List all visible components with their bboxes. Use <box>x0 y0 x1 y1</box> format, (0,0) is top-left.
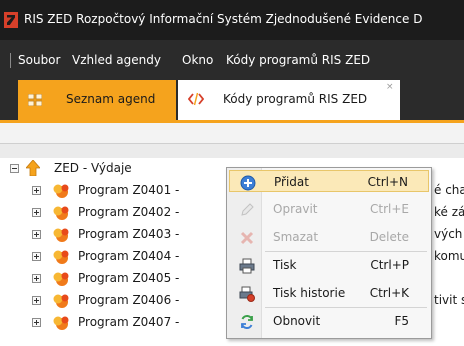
edit-icon <box>239 202 255 218</box>
tree-node[interactable]: Program Z0403 - <box>0 224 226 246</box>
window-title: RIS ZED Rozpočtový Informační Systém Zje… <box>24 12 423 26</box>
title-bar: RIS ZED Rozpočtový Informační Systém Zje… <box>0 0 464 40</box>
menu-soubor[interactable]: Soubor <box>18 53 60 67</box>
menu-item-shortcut: F5 <box>394 314 409 328</box>
menu-item-tisk[interactable]: Tisk Ctrl+P <box>229 254 429 276</box>
program-folder-icon <box>52 183 70 202</box>
menu-vzhled-agendy[interactable]: Vzhled agendy <box>72 53 161 67</box>
menu-item-label: Přidat <box>274 175 309 189</box>
tree-node[interactable]: Program Z0404 - <box>0 246 226 268</box>
print-history-icon <box>239 286 255 302</box>
expand-icon[interactable] <box>32 186 41 195</box>
menu-item-shortcut: Ctrl+N <box>367 175 408 189</box>
tree-node-overflow-text: ké zá <box>434 205 464 219</box>
code-icon <box>187 92 205 109</box>
toolbar <box>0 120 464 144</box>
tree-node-label: Program Z0407 - <box>78 315 180 329</box>
delete-icon <box>239 230 255 246</box>
add-icon <box>240 175 256 191</box>
tree-node-label: Program Z0402 - <box>78 205 180 219</box>
tree-node-label: Program Z0403 - <box>78 227 180 241</box>
menu-item-obnovit[interactable]: Obnovit F5 <box>229 310 429 332</box>
menu-item-label: Tisk historie <box>273 286 346 300</box>
menu-item-shortcut: Ctrl+K <box>369 286 409 300</box>
arrow-up-icon <box>25 159 41 179</box>
tree-node-overflow-text: vých <box>434 227 463 241</box>
tab-strip: Seznam agend Kódy programů RIS ZED × <box>0 80 464 120</box>
tree-node[interactable]: Program Z0407 - <box>0 312 226 334</box>
program-folder-icon <box>52 293 70 312</box>
menu-item-smazat[interactable]: Smazat Delete <box>229 226 429 248</box>
tree-node-overflow-text: é char <box>434 183 464 197</box>
refresh-icon <box>239 314 255 330</box>
menu-item-pridat[interactable]: Přidat Ctrl+N <box>229 170 429 192</box>
tree-root-label: ZED - Výdaje <box>54 161 132 175</box>
program-folder-icon <box>52 271 70 290</box>
menu-item-shortcut: Ctrl+E <box>370 202 409 216</box>
grid-icon <box>27 93 43 109</box>
column-header-bar <box>0 144 464 159</box>
expand-icon[interactable] <box>32 274 41 283</box>
tree-node-label: Program Z0405 - <box>78 271 180 285</box>
menu-item-label: Obnovit <box>273 314 321 328</box>
menu-item-tisk-historie[interactable]: Tisk historie Ctrl+K <box>229 282 429 304</box>
tree-node[interactable]: Program Z0401 - <box>0 180 226 202</box>
expand-icon[interactable] <box>32 318 41 327</box>
tab-label: Seznam agend <box>66 92 156 106</box>
program-folder-icon <box>52 249 70 268</box>
menu-item-label: Opravit <box>273 202 318 216</box>
tab-kody-programu[interactable]: Kódy programů RIS ZED × <box>178 80 400 120</box>
tree-node[interactable]: Program Z0406 - <box>0 290 226 312</box>
menu-okno[interactable]: Okno <box>182 53 213 67</box>
app-logo-icon <box>4 12 18 28</box>
program-folder-icon <box>52 227 70 246</box>
tree-node-label: Program Z0401 - <box>78 183 180 197</box>
tree-node-label: Program Z0406 - <box>78 293 180 307</box>
menu-kody-programu[interactable]: Kódy programů RIS ZED <box>226 53 370 67</box>
menu-item-label: Smazat <box>273 230 319 244</box>
context-menu: Přidat Ctrl+N Opravit Ctrl+E Smazat Dele… <box>226 167 432 339</box>
expand-icon[interactable] <box>32 208 41 217</box>
tab-label: Kódy programů RIS ZED <box>223 92 368 106</box>
menu-item-opravit[interactable]: Opravit Ctrl+E <box>229 198 429 220</box>
program-folder-icon <box>52 205 70 224</box>
tree-node[interactable]: Program Z0405 - <box>0 268 226 290</box>
close-icon[interactable]: × <box>386 82 394 92</box>
menu-item-shortcut: Ctrl+P <box>370 258 409 272</box>
tab-seznam-agend[interactable]: Seznam agend <box>18 80 176 120</box>
expand-icon[interactable] <box>32 252 41 261</box>
menu-separator <box>265 307 427 308</box>
expand-icon[interactable] <box>32 230 41 239</box>
menu-item-label: Tisk <box>273 258 297 272</box>
menu-separator <box>265 251 427 252</box>
tree-node[interactable]: Program Z0402 - <box>0 202 226 224</box>
tree-node-label: Program Z0404 - <box>78 249 180 263</box>
tree-node-overflow-text: tivit s <box>434 293 464 307</box>
program-folder-icon <box>52 315 70 334</box>
print-icon <box>239 258 255 274</box>
menu-separator <box>10 53 11 68</box>
menu-bar: Soubor Vzhled agendy Okno Kódy programů … <box>0 40 464 80</box>
menu-item-shortcut: Delete <box>369 230 409 244</box>
tree-node-overflow-text: komu <box>434 249 464 263</box>
expand-icon[interactable] <box>32 296 41 305</box>
collapse-icon[interactable] <box>10 164 19 173</box>
